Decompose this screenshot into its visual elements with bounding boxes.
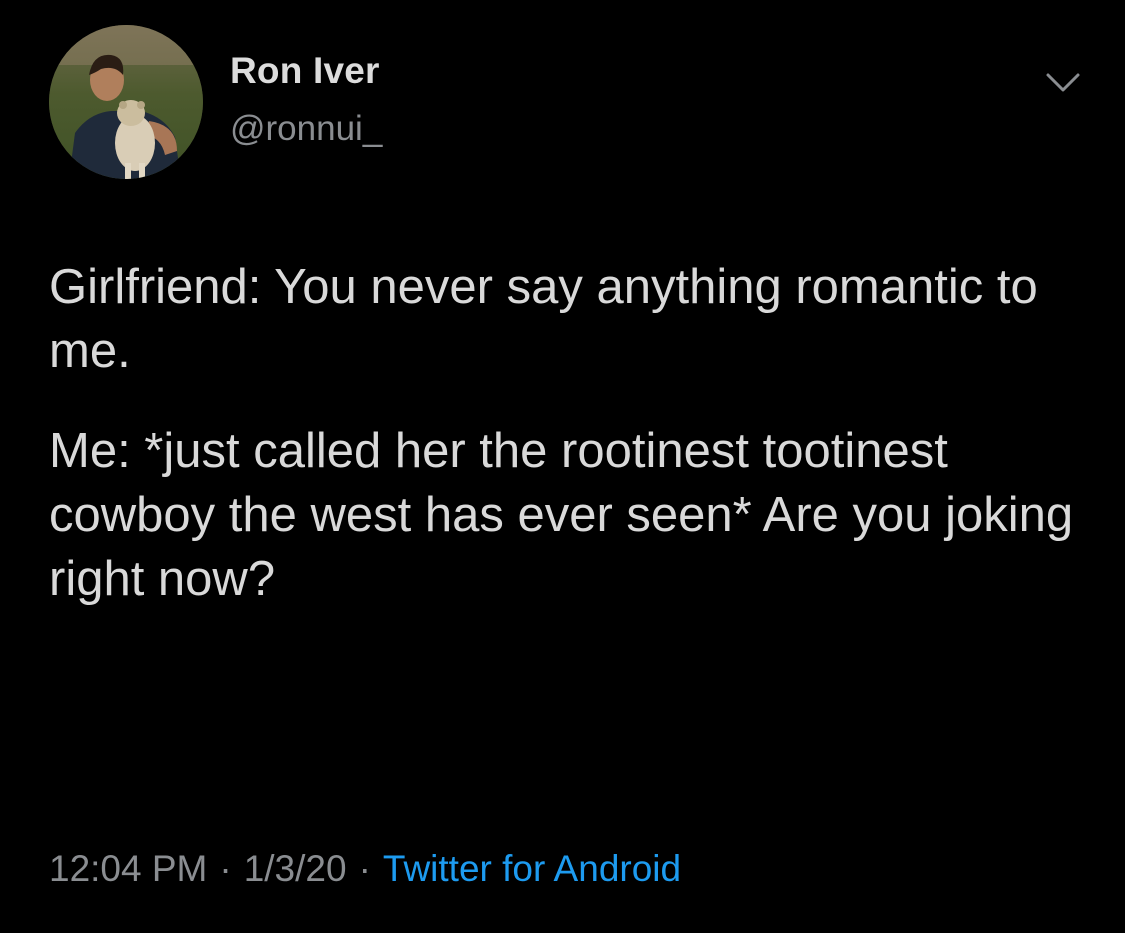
meta-separator: · [219,848,232,889]
tweet-source-link[interactable]: Twitter for Android [383,848,681,889]
tweet-paragraph: Girlfriend: You never say anything roman… [49,260,1038,378]
tweet-time[interactable]: 12:04 PM [49,848,207,889]
tweet-menu-button[interactable] [1038,66,1088,100]
profile-photo-icon [49,25,203,179]
tweet-text: Girlfriend: You never say anything roman… [49,255,1089,611]
tweet-date[interactable]: 1/3/20 [244,848,347,889]
tweet-paragraph: Me: *just called her the rootinest tooti… [49,424,1074,606]
avatar[interactable] [49,25,203,179]
user-handle[interactable]: @ronnui_ [230,109,382,149]
tweet-meta: 12:04 PM · 1/3/20 · Twitter for Android [49,848,681,890]
tweet-card: Ron Iver @ronnui_ Girlfriend: You never … [0,0,1125,933]
meta-separator: · [358,848,371,889]
display-name[interactable]: Ron Iver [230,50,380,92]
chevron-down-icon [1046,73,1080,92]
